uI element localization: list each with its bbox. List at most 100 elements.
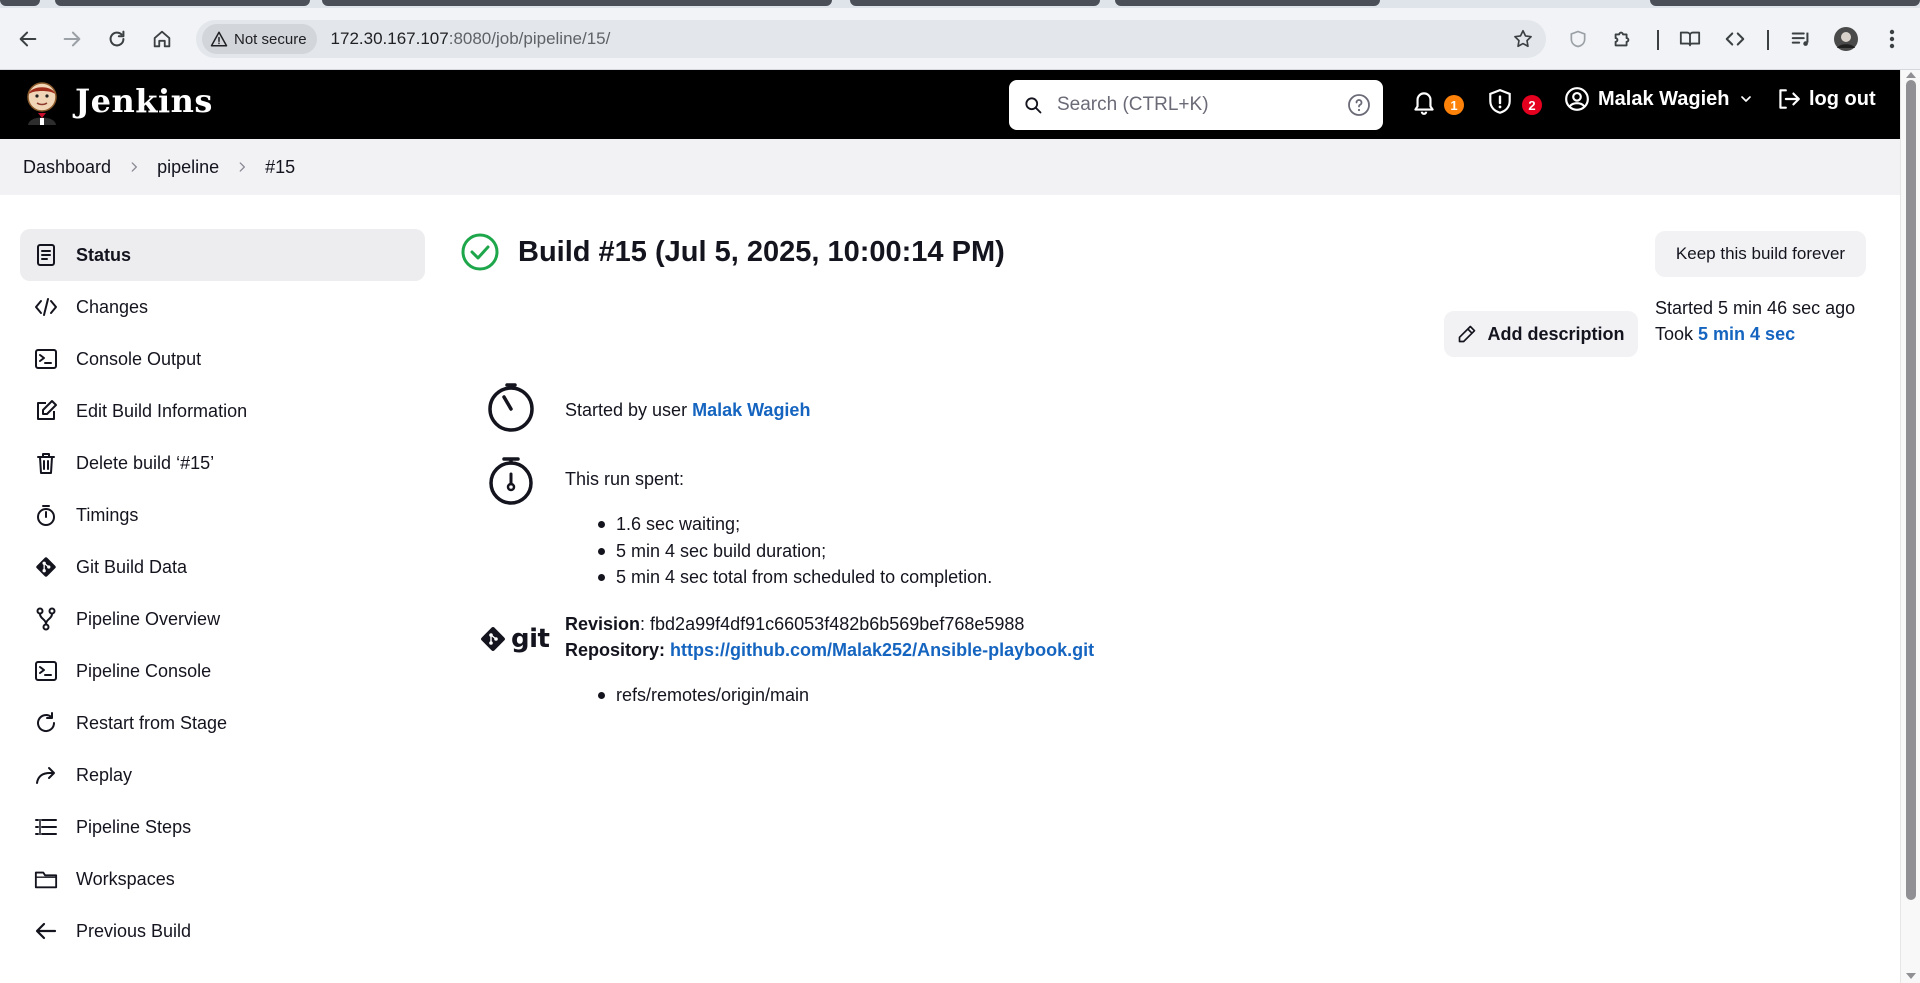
add-description-button[interactable]: Add description bbox=[1444, 311, 1638, 357]
browser-tab[interactable] bbox=[1650, 0, 1920, 6]
shield-icon bbox=[1570, 30, 1586, 48]
browser-menu-button[interactable] bbox=[1878, 25, 1906, 53]
scroll-up-arrow[interactable] bbox=[1906, 72, 1916, 78]
arrow-left-icon bbox=[34, 919, 58, 943]
browser-tab[interactable] bbox=[55, 0, 310, 6]
sidebar-item-replay[interactable]: Replay bbox=[20, 749, 425, 801]
sidebar-item-workspaces[interactable]: Workspaces bbox=[20, 853, 425, 905]
scrollbar-thumb[interactable] bbox=[1906, 80, 1916, 900]
sidebar-item-pipeline-console[interactable]: Pipeline Console bbox=[20, 645, 425, 697]
chevron-right-icon[interactable] bbox=[235, 160, 249, 174]
git-icon bbox=[481, 627, 505, 651]
trash-icon bbox=[34, 451, 58, 475]
url-text: 172.30.167.107:8080/job/pipeline/15/ bbox=[331, 29, 611, 49]
jenkins-header: Jenkins Search (CTRL+K) 1 2 Malak Wagieh… bbox=[0, 70, 1900, 139]
help-icon[interactable] bbox=[1347, 93, 1371, 117]
jenkins-logo-icon[interactable] bbox=[22, 79, 62, 129]
forward-button[interactable] bbox=[58, 25, 86, 53]
list-item: 1.6 sec waiting; bbox=[594, 511, 992, 538]
terminal-icon bbox=[34, 659, 58, 683]
search-input[interactable]: Search (CTRL+K) bbox=[1009, 80, 1383, 130]
logout-icon bbox=[1779, 89, 1800, 109]
keep-build-forever-button[interactable]: Keep this build forever bbox=[1655, 231, 1866, 277]
reload-button[interactable] bbox=[103, 25, 131, 53]
search-placeholder: Search (CTRL+K) bbox=[1057, 94, 1209, 115]
sidebar-item-edit-build-information[interactable]: Edit Build Information bbox=[20, 385, 425, 437]
extensions-button[interactable] bbox=[1608, 25, 1636, 53]
browser-tab[interactable] bbox=[1115, 0, 1380, 6]
breadcrumb-build[interactable]: #15 bbox=[265, 157, 295, 178]
edit-icon bbox=[34, 399, 58, 423]
chevron-down-icon bbox=[1740, 96, 1751, 102]
bookmark-star-button[interactable] bbox=[1512, 28, 1534, 55]
pencil-icon bbox=[1459, 325, 1476, 343]
sidebar-item-git-build-data[interactable]: Git Build Data bbox=[20, 541, 425, 593]
sidebar-item-pipeline-overview[interactable]: Pipeline Overview bbox=[20, 593, 425, 645]
sidebar-item-status[interactable]: Status bbox=[20, 229, 425, 281]
sidebar-item-pipeline-steps[interactable]: Pipeline Steps bbox=[20, 801, 425, 853]
media-controls-button[interactable] bbox=[1787, 25, 1815, 53]
success-check-icon bbox=[461, 233, 499, 271]
browser-tabstrip bbox=[0, 0, 1920, 8]
home-button[interactable] bbox=[148, 25, 176, 53]
started-by-user-link[interactable]: Malak Wagieh bbox=[692, 400, 810, 420]
back-button[interactable] bbox=[14, 25, 42, 53]
sidebar-item-label: Timings bbox=[76, 504, 139, 525]
breadcrumb-dashboard[interactable]: Dashboard bbox=[23, 157, 111, 178]
book-icon bbox=[1679, 31, 1701, 47]
git-icon bbox=[34, 555, 58, 579]
repository-line: Repository: https://github.com/Malak252/… bbox=[565, 640, 1095, 660]
profile-avatar-button[interactable] bbox=[1832, 25, 1860, 53]
home-icon bbox=[153, 30, 171, 48]
notifications-badge[interactable]: 1 bbox=[1444, 95, 1464, 115]
arrow-left-icon bbox=[19, 31, 37, 47]
sidebar-item-timings[interactable]: Timings bbox=[20, 489, 425, 541]
security-shield-icon[interactable] bbox=[1487, 88, 1513, 116]
stopwatch-icon bbox=[489, 457, 533, 505]
chevron-right-icon[interactable] bbox=[127, 160, 141, 174]
devtools-button[interactable] bbox=[1721, 25, 1749, 53]
browser-tab[interactable] bbox=[0, 0, 40, 6]
repository-link[interactable]: https://github.com/Malak252/Ansible-play… bbox=[670, 640, 1094, 660]
sidebar-item-label: Edit Build Information bbox=[76, 400, 248, 421]
sidebar-item-restart-from-stage[interactable]: Restart from Stage bbox=[20, 697, 425, 749]
search-icon bbox=[1025, 97, 1042, 114]
page-scrollbar[interactable] bbox=[1900, 70, 1920, 983]
side-panel: Status Changes Console Output Edit Build… bbox=[20, 229, 425, 957]
bell-icon[interactable] bbox=[1411, 88, 1437, 116]
timer-icon bbox=[488, 383, 534, 432]
logout-button[interactable]: log out bbox=[1775, 86, 1876, 112]
sidebar-item-label: Status bbox=[76, 244, 132, 265]
run-spent-label: This run spent: bbox=[565, 469, 685, 489]
sidebar-item-label: Restart from Stage bbox=[76, 712, 228, 733]
build-title-row: Build #15 (Jul 5, 2025, 10:00:14 PM) bbox=[460, 232, 1005, 272]
browser-tab[interactable] bbox=[322, 0, 832, 6]
browser-toolbar: Not secure 172.30.167.107:8080/job/pipel… bbox=[0, 8, 1920, 70]
stopwatch-icon bbox=[34, 503, 58, 527]
list-item: 5 min 4 sec total from scheduled to comp… bbox=[594, 564, 992, 591]
sidebar-item-delete-build[interactable]: Delete build ‘#15’ bbox=[20, 437, 425, 489]
url-path: :8080/job/pipeline/15/ bbox=[448, 29, 611, 48]
jenkins-brand[interactable]: Jenkins bbox=[75, 82, 213, 120]
started-ago-text: Started 5 min 46 sec ago bbox=[1655, 298, 1856, 318]
user-menu[interactable]: Malak Wagieh bbox=[1564, 86, 1754, 112]
security-badge[interactable]: 2 bbox=[1522, 95, 1542, 115]
toolbar-divider bbox=[1767, 30, 1769, 50]
reading-mode-button[interactable] bbox=[1676, 25, 1704, 53]
browser-tab[interactable] bbox=[850, 0, 1100, 6]
repository-label: Repository bbox=[565, 640, 660, 660]
revision-value: : fbd2a99f4df91c66053f482b6b569bef768e59… bbox=[640, 614, 1025, 634]
took-duration-link[interactable]: 5 min 4 sec bbox=[1698, 324, 1795, 344]
breadcrumb-pipeline[interactable]: pipeline bbox=[157, 157, 219, 178]
extension-shield-button[interactable] bbox=[1564, 25, 1592, 53]
sidebar-item-console-output[interactable]: Console Output bbox=[20, 333, 425, 385]
security-chip[interactable]: Not secure bbox=[202, 24, 317, 54]
sidebar-item-changes[interactable]: Changes bbox=[20, 281, 425, 333]
replay-icon bbox=[34, 763, 58, 787]
restart-icon bbox=[34, 711, 58, 735]
sidebar-item-previous-build[interactable]: Previous Build bbox=[20, 905, 425, 957]
git-logo: git bbox=[480, 624, 550, 654]
address-bar[interactable]: Not secure 172.30.167.107:8080/job/pipel… bbox=[196, 20, 1546, 58]
add-description-label: Add description bbox=[1487, 323, 1625, 344]
scroll-down-arrow[interactable] bbox=[1906, 973, 1916, 979]
